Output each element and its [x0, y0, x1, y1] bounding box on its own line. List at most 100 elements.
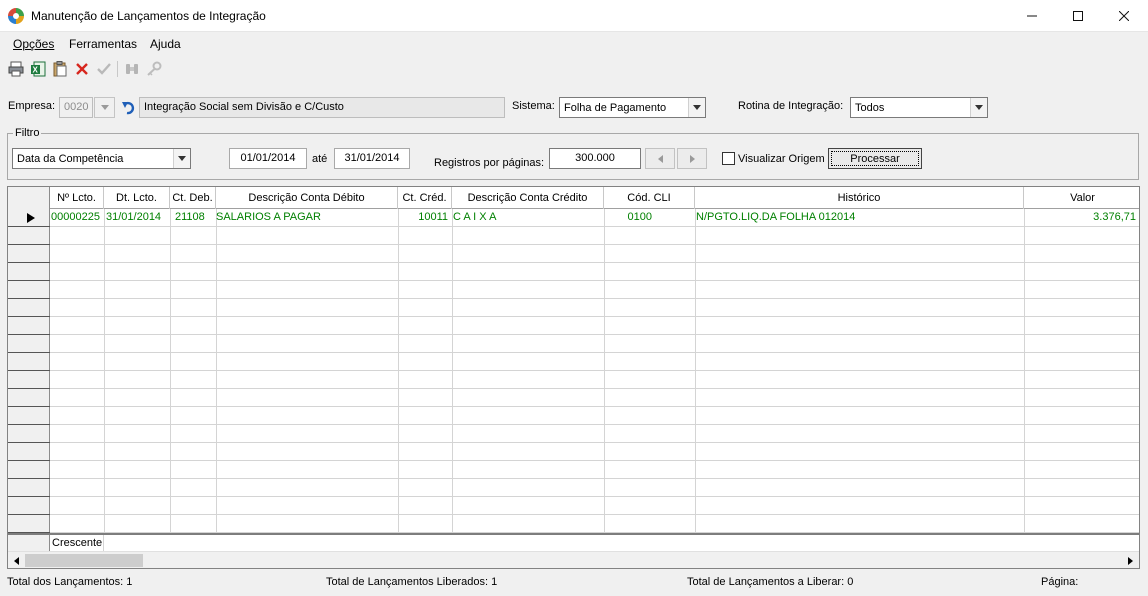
empresa-code-field[interactable]: 0020 — [59, 97, 93, 118]
status-total-liberados: Total de Lançamentos Liberados: 1 — [326, 576, 498, 588]
grid-row-line — [50, 262, 1139, 263]
delete-button[interactable] — [73, 60, 91, 78]
row-indicator-cell[interactable] — [8, 245, 50, 263]
row-indicator-cell[interactable] — [8, 443, 50, 461]
minimize-icon — [1027, 15, 1037, 17]
grid-row-line — [50, 334, 1139, 335]
excel-export-icon: X — [31, 61, 46, 77]
row-indicator-cell[interactable] — [8, 281, 50, 299]
header-desc-cred[interactable]: Descrição Conta Crédito — [452, 187, 604, 209]
cell-desc-cred: C A I X A — [453, 211, 497, 223]
records-per-page-field[interactable]: 300.000 — [549, 148, 641, 169]
row-indicator-cell[interactable] — [8, 263, 50, 281]
header-ct-cred[interactable]: Ct. Créd. — [398, 187, 452, 209]
sistema-select[interactable]: Folha de Pagamento — [559, 97, 706, 118]
row-indicator-cell[interactable] — [8, 389, 50, 407]
sistema-label: Sistema: — [512, 100, 555, 112]
row-indicator-cell[interactable] — [8, 299, 50, 317]
grid-column-line — [216, 209, 217, 551]
row-indicator-cell[interactable] — [8, 515, 50, 533]
grid-column-line — [170, 209, 171, 551]
chevron-down-icon — [975, 105, 983, 110]
empresa-dropdown-button[interactable] — [94, 97, 115, 118]
maximize-button[interactable] — [1055, 0, 1101, 32]
date-type-select[interactable]: Data da Competência — [12, 148, 191, 169]
paste-button[interactable] — [51, 60, 69, 78]
grid-header: Nº Lcto. Dt. Lcto. Ct. Deb. Descrição Co… — [8, 187, 1139, 209]
print-icon — [8, 61, 24, 77]
row-indicator-cell[interactable] — [8, 497, 50, 515]
grid-row-line — [50, 280, 1139, 281]
header-historico[interactable]: Histórico — [695, 187, 1024, 209]
date-to-field[interactable]: 31/01/2014 — [334, 148, 410, 169]
menu-ajuda[interactable]: Ajuda — [150, 37, 181, 51]
chevron-down-icon — [178, 156, 186, 161]
rotina-dropdown-arrow[interactable] — [970, 98, 987, 117]
grid-column-line — [604, 209, 605, 551]
menu-ferramentas[interactable]: Ferramentas — [69, 37, 137, 51]
footer-indicator — [8, 535, 50, 551]
scroll-right-button[interactable] — [1122, 552, 1139, 568]
header-ct-deb[interactable]: Ct. Deb. — [170, 187, 216, 209]
header-desc-deb[interactable]: Descrição Conta Débito — [216, 187, 398, 209]
visualizar-origem-checkbox[interactable] — [722, 152, 735, 165]
print-button[interactable] — [7, 60, 25, 78]
row-indicator-cell[interactable] — [8, 227, 50, 245]
date-from-field[interactable]: 01/01/2014 — [229, 148, 307, 169]
binoculars-icon — [126, 64, 138, 74]
grid-footer-row: Crescente — [8, 533, 1139, 551]
current-row-indicator-icon — [27, 213, 35, 223]
toolbar-separator — [117, 61, 118, 77]
key-button[interactable] — [145, 60, 163, 78]
rotina-label: Rotina de Integração: — [738, 100, 844, 112]
row-indicator-cell[interactable] — [8, 335, 50, 353]
arrow-left-icon — [14, 556, 19, 565]
date-type-value: Data da Competência — [17, 153, 124, 165]
arrow-right-icon — [1128, 556, 1133, 565]
header-data[interactable]: Dt. Lcto. — [104, 187, 170, 209]
export-excel-button[interactable]: X — [29, 60, 47, 78]
row-indicator-cell[interactable] — [8, 425, 50, 443]
window-title: Manutenção de Lançamentos de Integração — [31, 9, 266, 23]
close-button[interactable] — [1101, 0, 1147, 32]
row-indicator-cell[interactable] — [8, 371, 50, 389]
confirm-icon — [97, 63, 111, 75]
find-button[interactable] — [123, 60, 141, 78]
cell-desc-deb: SALARIOS A PAGAR — [216, 211, 321, 223]
minimize-button[interactable] — [1009, 0, 1055, 32]
row-indicator-cell[interactable] — [8, 317, 50, 335]
horizontal-scrollbar[interactable] — [8, 551, 1139, 568]
rotina-value: Todos — [855, 102, 885, 114]
grid-row-line — [50, 388, 1139, 389]
scrollbar-thumb[interactable] — [25, 554, 143, 567]
header-valor[interactable]: Valor — [1024, 187, 1139, 209]
row-indicator-cell[interactable] — [8, 479, 50, 497]
lancamentos-grid[interactable]: Nº Lcto. Dt. Lcto. Ct. Deb. Descrição Co… — [7, 186, 1140, 569]
grid-row-line — [50, 478, 1139, 479]
empresa-name-field: Integração Social sem Divisão e C/Custo — [139, 97, 505, 118]
chevron-down-icon — [693, 105, 701, 110]
undo-icon — [121, 101, 134, 114]
rotina-select[interactable]: Todos — [850, 97, 988, 118]
menu-opcoes[interactable]: Opções — [13, 37, 54, 51]
prev-page-button[interactable] — [645, 148, 675, 169]
row-indicator-cell[interactable] — [8, 353, 50, 371]
scroll-left-button[interactable] — [8, 552, 25, 568]
sistema-dropdown-arrow[interactable] — [688, 98, 705, 117]
svg-text:X: X — [33, 66, 39, 75]
confirm-button[interactable] — [95, 60, 113, 78]
row-indicator-cell[interactable] — [8, 461, 50, 479]
key-icon — [147, 61, 162, 76]
row-indicator-cell[interactable] — [8, 407, 50, 425]
cell-cod-cli: 0100 — [627, 211, 652, 223]
empresa-refresh-button[interactable] — [118, 97, 139, 118]
processar-button[interactable]: Processar — [828, 148, 922, 169]
next-page-button[interactable] — [677, 148, 707, 169]
header-cod-cli[interactable]: Cód. CLI — [604, 187, 695, 209]
grid-column-line — [452, 209, 453, 551]
header-numero[interactable]: Nº Lcto. — [50, 187, 104, 209]
date-type-dropdown-arrow[interactable] — [173, 149, 190, 168]
app-icon — [8, 8, 24, 24]
cell-ct-cred: 10011 — [418, 211, 448, 223]
grid-row-line — [50, 496, 1139, 497]
